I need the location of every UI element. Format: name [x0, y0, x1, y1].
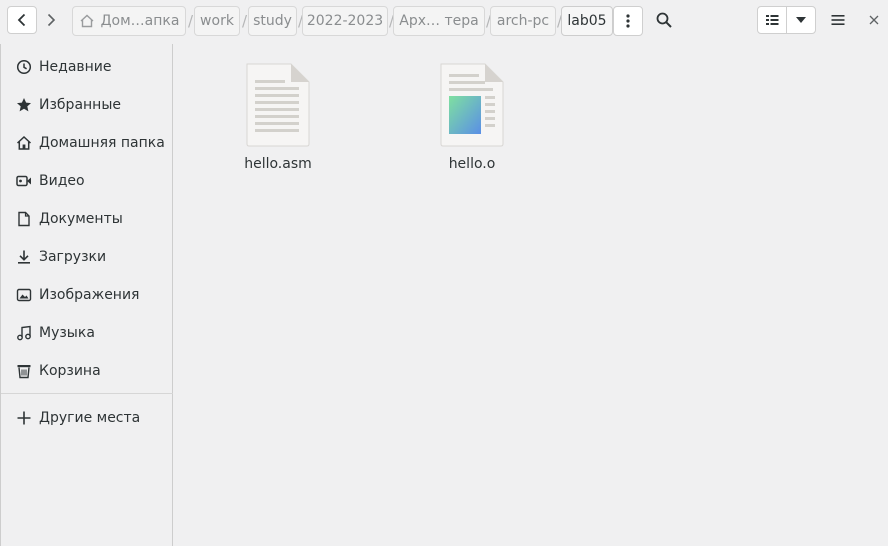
sidebar-divider [1, 393, 173, 394]
music-icon [16, 325, 32, 341]
image-icon [16, 287, 32, 303]
text-file-icon [246, 63, 310, 147]
sidebar-item-starred[interactable]: Избранные [1, 86, 173, 124]
file-item-hello-asm[interactable]: hello.asm [223, 62, 333, 172]
sidebar-item-videos[interactable]: Видео [1, 162, 173, 200]
sidebar-item-label: Корзина [39, 363, 101, 379]
sidebar-item-label: Другие места [39, 410, 141, 426]
file-item-hello-o[interactable]: hello.o [417, 62, 527, 172]
download-icon [16, 249, 32, 265]
sidebar-item-label: Документы [39, 211, 123, 227]
header-bar: Дом…апка / work / study / 2022-2023 / Ар… [0, 0, 888, 44]
sidebar-item-label: Домашняя папка [39, 135, 165, 151]
hamburger-menu-icon [831, 15, 845, 25]
breadcrumb-separator: / [188, 12, 194, 30]
star-icon [16, 97, 32, 113]
clock-icon [16, 59, 32, 75]
breadcrumb-separator: / [242, 12, 248, 30]
sidebar-item-downloads[interactable]: Загрузки [1, 238, 173, 276]
sidebar-item-other-places[interactable]: Другие места [1, 399, 173, 437]
main-menu-button[interactable] [824, 6, 852, 34]
document-icon [16, 211, 32, 227]
sidebar: Недавние Избранные Домашняя папка Видео … [0, 44, 173, 546]
sidebar-item-recent[interactable]: Недавние [1, 48, 173, 86]
path-menu-button[interactable] [613, 6, 643, 36]
home-icon [80, 14, 94, 28]
breadcrumb-label: 2022-2023 [306, 13, 384, 29]
sidebar-item-label: Загрузки [39, 249, 107, 265]
close-icon [869, 15, 879, 25]
sidebar-item-home[interactable]: Домашняя папка [1, 124, 173, 162]
search-icon [656, 12, 672, 28]
breadcrumb-lab05[interactable]: lab05 [561, 6, 613, 36]
list-view-icon [766, 15, 779, 25]
close-button[interactable] [864, 6, 884, 34]
chevron-right-icon [47, 13, 56, 27]
breadcrumb-label: work [200, 13, 234, 29]
back-button[interactable] [7, 6, 37, 34]
sidebar-item-trash[interactable]: Корзина [1, 352, 173, 390]
breadcrumb-label: Дом…апка [100, 13, 180, 29]
breadcrumb-home[interactable]: Дом…апка [72, 6, 186, 36]
file-name: hello.o [448, 156, 496, 172]
trash-icon [16, 363, 32, 379]
sidebar-item-pictures[interactable]: Изображения [1, 276, 173, 314]
sidebar-item-documents[interactable]: Документы [1, 200, 173, 238]
sidebar-item-music[interactable]: Музыка [1, 314, 173, 352]
plus-icon [16, 410, 32, 426]
search-button[interactable] [650, 6, 678, 34]
file-view: hello.asm hello.o [174, 44, 888, 546]
file-name: hello.asm [244, 156, 312, 172]
breadcrumb-label: lab05 [567, 13, 607, 29]
sidebar-item-label: Недавние [39, 59, 112, 75]
view-options-button[interactable] [786, 6, 816, 34]
more-vertical-icon [626, 14, 630, 28]
object-file-icon [440, 63, 504, 147]
breadcrumb-study[interactable]: study [248, 6, 297, 36]
chevron-left-icon [17, 13, 26, 27]
sidebar-item-label: Музыка [39, 325, 95, 341]
breadcrumb-label: Арх… тера [399, 13, 479, 29]
video-icon [16, 173, 32, 189]
breadcrumb-arch-pc[interactable]: arch-pc [490, 6, 556, 36]
home-icon [16, 135, 32, 151]
breadcrumb-label: arch-pc [496, 13, 550, 29]
breadcrumb-arch[interactable]: Арх… тера [393, 6, 485, 36]
chevron-down-icon [796, 17, 806, 23]
sidebar-item-label: Изображения [39, 287, 140, 303]
sidebar-item-label: Видео [39, 173, 85, 189]
forward-button[interactable] [38, 6, 64, 34]
view-list-button[interactable] [757, 6, 787, 34]
sidebar-item-label: Избранные [39, 97, 121, 113]
breadcrumb-2022-2023[interactable]: 2022-2023 [302, 6, 388, 36]
breadcrumb-label: study [253, 13, 292, 29]
breadcrumb-work[interactable]: work [194, 6, 240, 36]
